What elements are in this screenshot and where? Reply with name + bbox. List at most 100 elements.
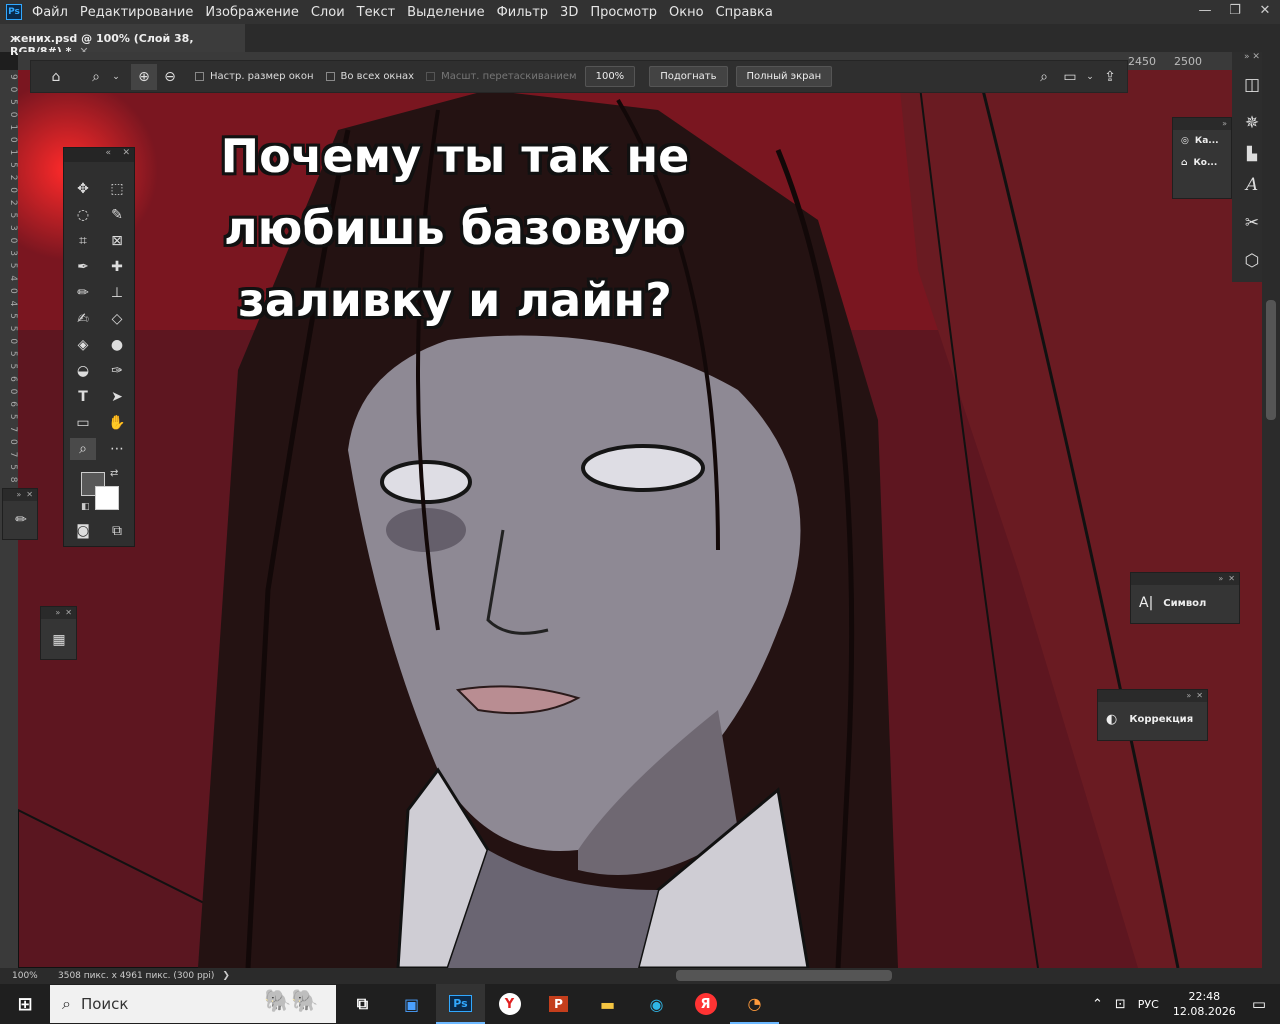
zoom-tool-icon[interactable]: ⌕ — [83, 64, 109, 90]
menu-file[interactable]: Файл — [32, 5, 68, 20]
lasso-tool-icon[interactable]: ◌ — [70, 204, 96, 226]
quick-mask-icon[interactable]: ◙ — [70, 520, 96, 542]
tools-panel-header[interactable]: « ✕ — [64, 148, 134, 162]
blur-tool-icon[interactable]: ● — [104, 334, 130, 356]
more-tools-icon[interactable]: ⋯ — [104, 438, 130, 460]
scrubby-zoom-checkbox[interactable]: Масшт. перетаскиванием — [426, 71, 577, 82]
zoom-value-field[interactable]: 100% — [584, 66, 636, 87]
adjustments-row[interactable]: ◐ Коррекция — [1098, 702, 1207, 733]
frame-tool-icon[interactable]: ⊠ — [104, 230, 130, 252]
fit-screen-button[interactable]: Подогнать — [649, 66, 728, 87]
taskbar-photoshop[interactable]: Ps — [436, 984, 485, 1024]
channels-row[interactable]: ◎ Ка... — [1173, 130, 1231, 152]
character-panel: » ✕ A| Символ — [1130, 572, 1240, 624]
chevron-down-icon[interactable]: ⌄ — [109, 64, 123, 90]
character-icon: A| — [1139, 595, 1154, 611]
crop-tool-icon[interactable]: ⌗ — [70, 230, 96, 252]
dodge-tool-icon[interactable]: ◒ — [70, 360, 96, 382]
menu-type[interactable]: Текст — [357, 5, 396, 20]
rectangle-tool-icon[interactable]: ▭ — [70, 412, 96, 434]
menu-window[interactable]: Окно — [669, 5, 704, 20]
paint-app-icon[interactable]: ◔ — [730, 984, 779, 1024]
paths-row[interactable]: ⌂ Ко... — [1173, 152, 1231, 174]
status-menu-arrow-icon[interactable]: ❯ — [222, 971, 230, 981]
stamp-tool-icon[interactable]: ⊥ — [104, 282, 130, 304]
taskbar-yandex[interactable]: Я — [681, 984, 730, 1024]
eyedropper-tool-icon[interactable]: ✒ — [70, 256, 96, 278]
healing-brush-icon[interactable]: ✚ — [104, 256, 130, 278]
chevron-up-icon[interactable]: ⌃ — [1092, 997, 1103, 1012]
share-icon[interactable]: ⇪ — [1097, 64, 1123, 90]
properties-icon[interactable]: ▦ — [46, 629, 72, 651]
taskbar-yandex-browser[interactable]: Y — [485, 984, 534, 1024]
restore-button[interactable]: ❐ — [1220, 0, 1250, 24]
resize-windows-checkbox[interactable]: Настр. размер окон — [195, 71, 314, 82]
paint-bucket-icon[interactable]: ◈ — [70, 334, 96, 356]
workspace-icon[interactable]: ▭ — [1057, 64, 1083, 90]
vertical-scrollbar[interactable] — [1262, 52, 1280, 968]
app-store-icon[interactable]: ▣ — [387, 984, 436, 1024]
zoom-in-icon[interactable]: ⊕ — [131, 63, 157, 90]
hand-tool-icon[interactable]: ✋ — [104, 412, 130, 434]
menu-layers[interactable]: Слои — [311, 5, 345, 20]
panel-header[interactable]: » ✕ — [3, 489, 37, 501]
brush-tool-icon[interactable]: ✏ — [70, 282, 96, 304]
task-view-icon[interactable]: ⧉ — [338, 984, 387, 1024]
menu-image[interactable]: Изображение — [205, 5, 298, 20]
file-explorer-icon[interactable]: ▬ — [583, 984, 632, 1024]
properties-mini-panel: » ✕ ▦ — [40, 606, 77, 660]
network-icon[interactable]: ⊡ — [1115, 997, 1126, 1012]
horizontal-scroll-thumb[interactable] — [676, 970, 892, 981]
menu-select[interactable]: Выделение — [407, 5, 484, 20]
panel-header[interactable]: » ✕ — [1098, 690, 1207, 702]
menu-filter[interactable]: Фильтр — [497, 5, 548, 20]
eraser-tool-icon[interactable]: ◇ — [104, 308, 130, 330]
vertical-scroll-thumb[interactable] — [1266, 300, 1276, 420]
search-icon[interactable]: ⌕ — [1031, 64, 1057, 90]
windows-start-icon[interactable]: ⊞ — [0, 984, 50, 1024]
screen-mode-icon[interactable]: ⧉ — [104, 520, 130, 542]
panel-header[interactable]: » — [1173, 118, 1231, 130]
pen-tool-icon[interactable]: ✑ — [104, 360, 130, 382]
photoshop-logo-icon[interactable]: Ps — [6, 4, 22, 20]
all-windows-checkbox[interactable]: Во всех окнах — [325, 71, 414, 82]
default-colors-icon[interactable]: ◧ — [81, 502, 90, 512]
document-tab[interactable]: жених.psd @ 100% (Слой 38, RGB/8#) *✕ — [0, 24, 245, 58]
marquee-tool-icon[interactable]: ⬚ — [104, 178, 130, 200]
chevron-down-icon[interactable]: ⌄ — [1083, 64, 1097, 90]
edge-browser-icon[interactable]: ◉ — [632, 984, 681, 1024]
clock[interactable]: 22:48 12.08.2026 — [1173, 989, 1236, 1019]
caption-line: Почему ты так не — [220, 129, 690, 183]
brush-settings-icon[interactable]: ✏ — [8, 509, 34, 531]
minimize-button[interactable]: — — [1190, 0, 1220, 24]
menu-help[interactable]: Справка — [716, 5, 773, 20]
character-label: Символ — [1163, 597, 1207, 609]
swap-colors-icon[interactable]: ⇄ — [110, 468, 118, 479]
menu-3d[interactable]: 3D — [560, 5, 578, 20]
language-indicator[interactable]: РУС — [1138, 998, 1159, 1011]
menu-view[interactable]: Просмотр — [590, 5, 657, 20]
move-tool-icon[interactable]: ✥ — [70, 178, 96, 200]
home-icon[interactable]: ⌂ — [43, 64, 69, 90]
menu-bar: Ps Файл Редактирование Изображение Слои … — [0, 0, 1280, 24]
zoom-out-icon[interactable]: ⊖ — [157, 64, 183, 90]
panel-header[interactable]: » ✕ — [41, 607, 76, 619]
taskbar-powerpoint[interactable]: P — [534, 984, 583, 1024]
close-window-button[interactable]: ✕ — [1250, 0, 1280, 24]
status-doc-info: 3508 пикс. x 4961 пикс. (300 ppi) — [58, 971, 215, 981]
status-zoom[interactable]: 100% — [12, 971, 58, 981]
taskbar-search-box[interactable]: ⌕ Поиск 🐘🐘 — [50, 985, 336, 1023]
panel-header[interactable]: » ✕ — [1131, 573, 1239, 585]
channels-icon: ◎ — [1181, 136, 1189, 146]
caption-line: заливку и лайн? — [238, 273, 672, 327]
notifications-icon[interactable]: ▭ — [1252, 995, 1266, 1013]
character-row[interactable]: A| Символ — [1131, 585, 1239, 617]
history-brush-icon[interactable]: ✍ — [70, 308, 96, 330]
type-tool-icon[interactable]: T — [70, 386, 96, 408]
menu-edit[interactable]: Редактирование — [80, 5, 193, 20]
background-color-swatch[interactable] — [95, 486, 119, 510]
fill-screen-button[interactable]: Полный экран — [735, 66, 833, 87]
quick-select-tool-icon[interactable]: ✎ — [104, 204, 130, 226]
path-select-icon[interactable]: ➤ — [104, 386, 130, 408]
zoom-tool-active-icon[interactable]: ⌕ — [70, 438, 96, 460]
